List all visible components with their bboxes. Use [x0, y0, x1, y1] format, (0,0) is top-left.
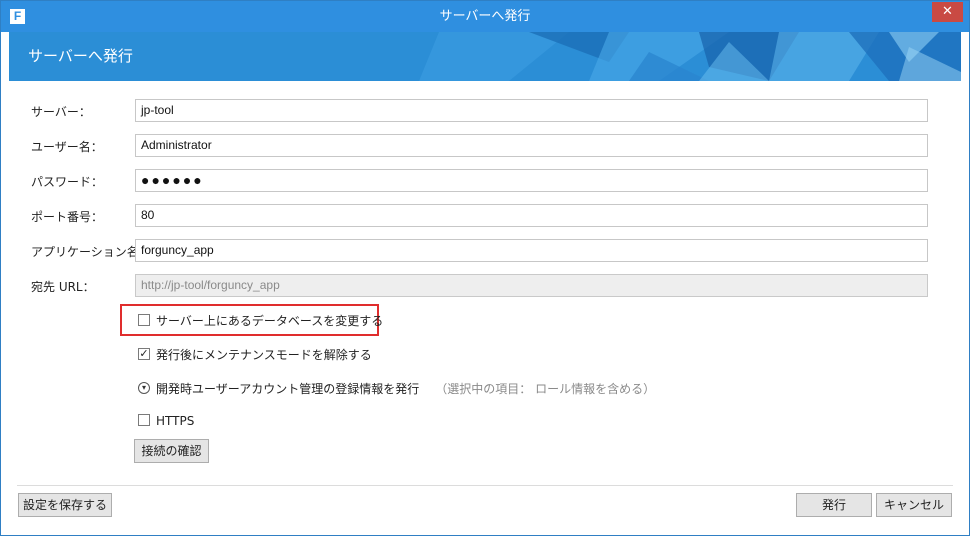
window-title: サーバーへ発行: [439, 9, 531, 24]
server-label: サーバー：: [31, 105, 91, 119]
port-input[interactable]: 80: [135, 204, 928, 227]
username-label: ユーザー名：: [31, 140, 103, 154]
change-db-checkbox[interactable]: [138, 314, 150, 326]
app-logo-icon: F: [10, 9, 25, 24]
username-input[interactable]: Administrator: [135, 134, 928, 157]
publish-accounts-option[interactable]: ▾ 開発時ユーザーアカウント管理の登録情報を発行 （選択中の項目： ロール情報を含…: [138, 380, 655, 398]
https-checkbox[interactable]: [138, 414, 150, 426]
banner-background: [9, 32, 961, 81]
title-bar: サーバーへ発行 F ✕: [1, 1, 969, 32]
release-maintenance-checkbox[interactable]: ✓: [138, 348, 150, 360]
test-connection-button[interactable]: 接続の確認: [134, 439, 209, 463]
publish-button[interactable]: 発行: [796, 493, 872, 517]
destination-url-field: http://jp-tool/forguncy_app: [135, 274, 928, 297]
publish-accounts-label: 開発時ユーザーアカウント管理の登録情報を発行: [156, 382, 420, 396]
destination-url-label: 宛先 URL：: [31, 280, 95, 294]
change-db-label: サーバー上にあるデータベースを変更する: [156, 314, 384, 328]
https-option[interactable]: HTTPS: [138, 412, 218, 430]
save-settings-button[interactable]: 設定を保存する: [18, 493, 112, 517]
app-name-input[interactable]: forguncy_app: [135, 239, 928, 262]
footer-divider: [17, 485, 953, 486]
app-name-label: アプリケーション名：: [31, 245, 151, 259]
banner-title: サーバーへ発行: [28, 47, 133, 65]
port-label: ポート番号：: [31, 210, 104, 224]
password-input[interactable]: ●●●●●●: [135, 169, 928, 192]
chevron-down-circle-icon[interactable]: ▾: [138, 382, 150, 394]
dialog-banner: サーバーへ発行: [9, 32, 961, 81]
cancel-button[interactable]: キャンセル: [876, 493, 952, 517]
release-maintenance-option[interactable]: ✓ 発行後にメンテナンスモードを解除する: [138, 346, 372, 364]
publish-accounts-note: （選択中の項目： ロール情報を含める）: [435, 382, 656, 396]
https-label: HTTPS: [156, 414, 195, 428]
close-button[interactable]: ✕: [932, 2, 963, 22]
change-db-option[interactable]: サーバー上にあるデータベースを変更する: [138, 312, 383, 330]
publish-dialog: サーバーへ発行 F ✕ サーバーへ発行 サーバー： jp-tool ユーザー名：…: [0, 0, 970, 536]
server-input[interactable]: jp-tool: [135, 99, 928, 122]
release-maintenance-label: 発行後にメンテナンスモードを解除する: [156, 348, 372, 362]
password-label: パスワード：: [31, 175, 104, 189]
